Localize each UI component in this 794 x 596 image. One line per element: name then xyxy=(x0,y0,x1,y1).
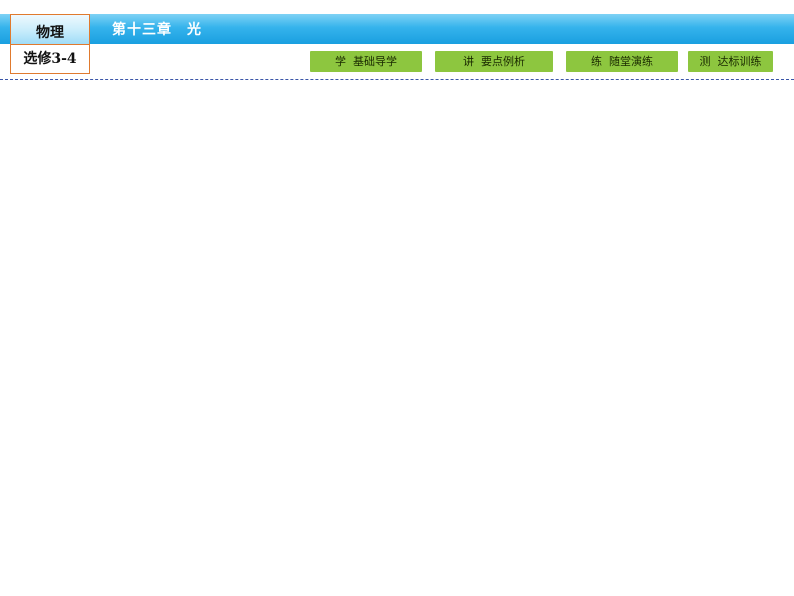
nav-button-test[interactable]: 测 达标训练 xyxy=(688,51,773,72)
nav-button-explain[interactable]: 讲 要点例析 xyxy=(435,51,553,72)
header-divider xyxy=(0,79,794,80)
module-label: 选修3-4 xyxy=(23,51,77,67)
subject-label: 物理 xyxy=(36,25,64,41)
nav-button-learn[interactable]: 学 基础导学 xyxy=(310,51,422,72)
content-area xyxy=(0,82,794,596)
nav-button-practice[interactable]: 练 随堂演练 xyxy=(566,51,678,72)
slide-page: 第十三章 光 物理 选修3-4 学 基础导学 讲 要点例析 练 随堂演练 测 达… xyxy=(0,0,794,596)
module-box: 选修3-4 xyxy=(10,44,90,74)
subject-box: 物理 xyxy=(10,14,90,45)
chapter-title: 第十三章 光 xyxy=(112,22,202,38)
